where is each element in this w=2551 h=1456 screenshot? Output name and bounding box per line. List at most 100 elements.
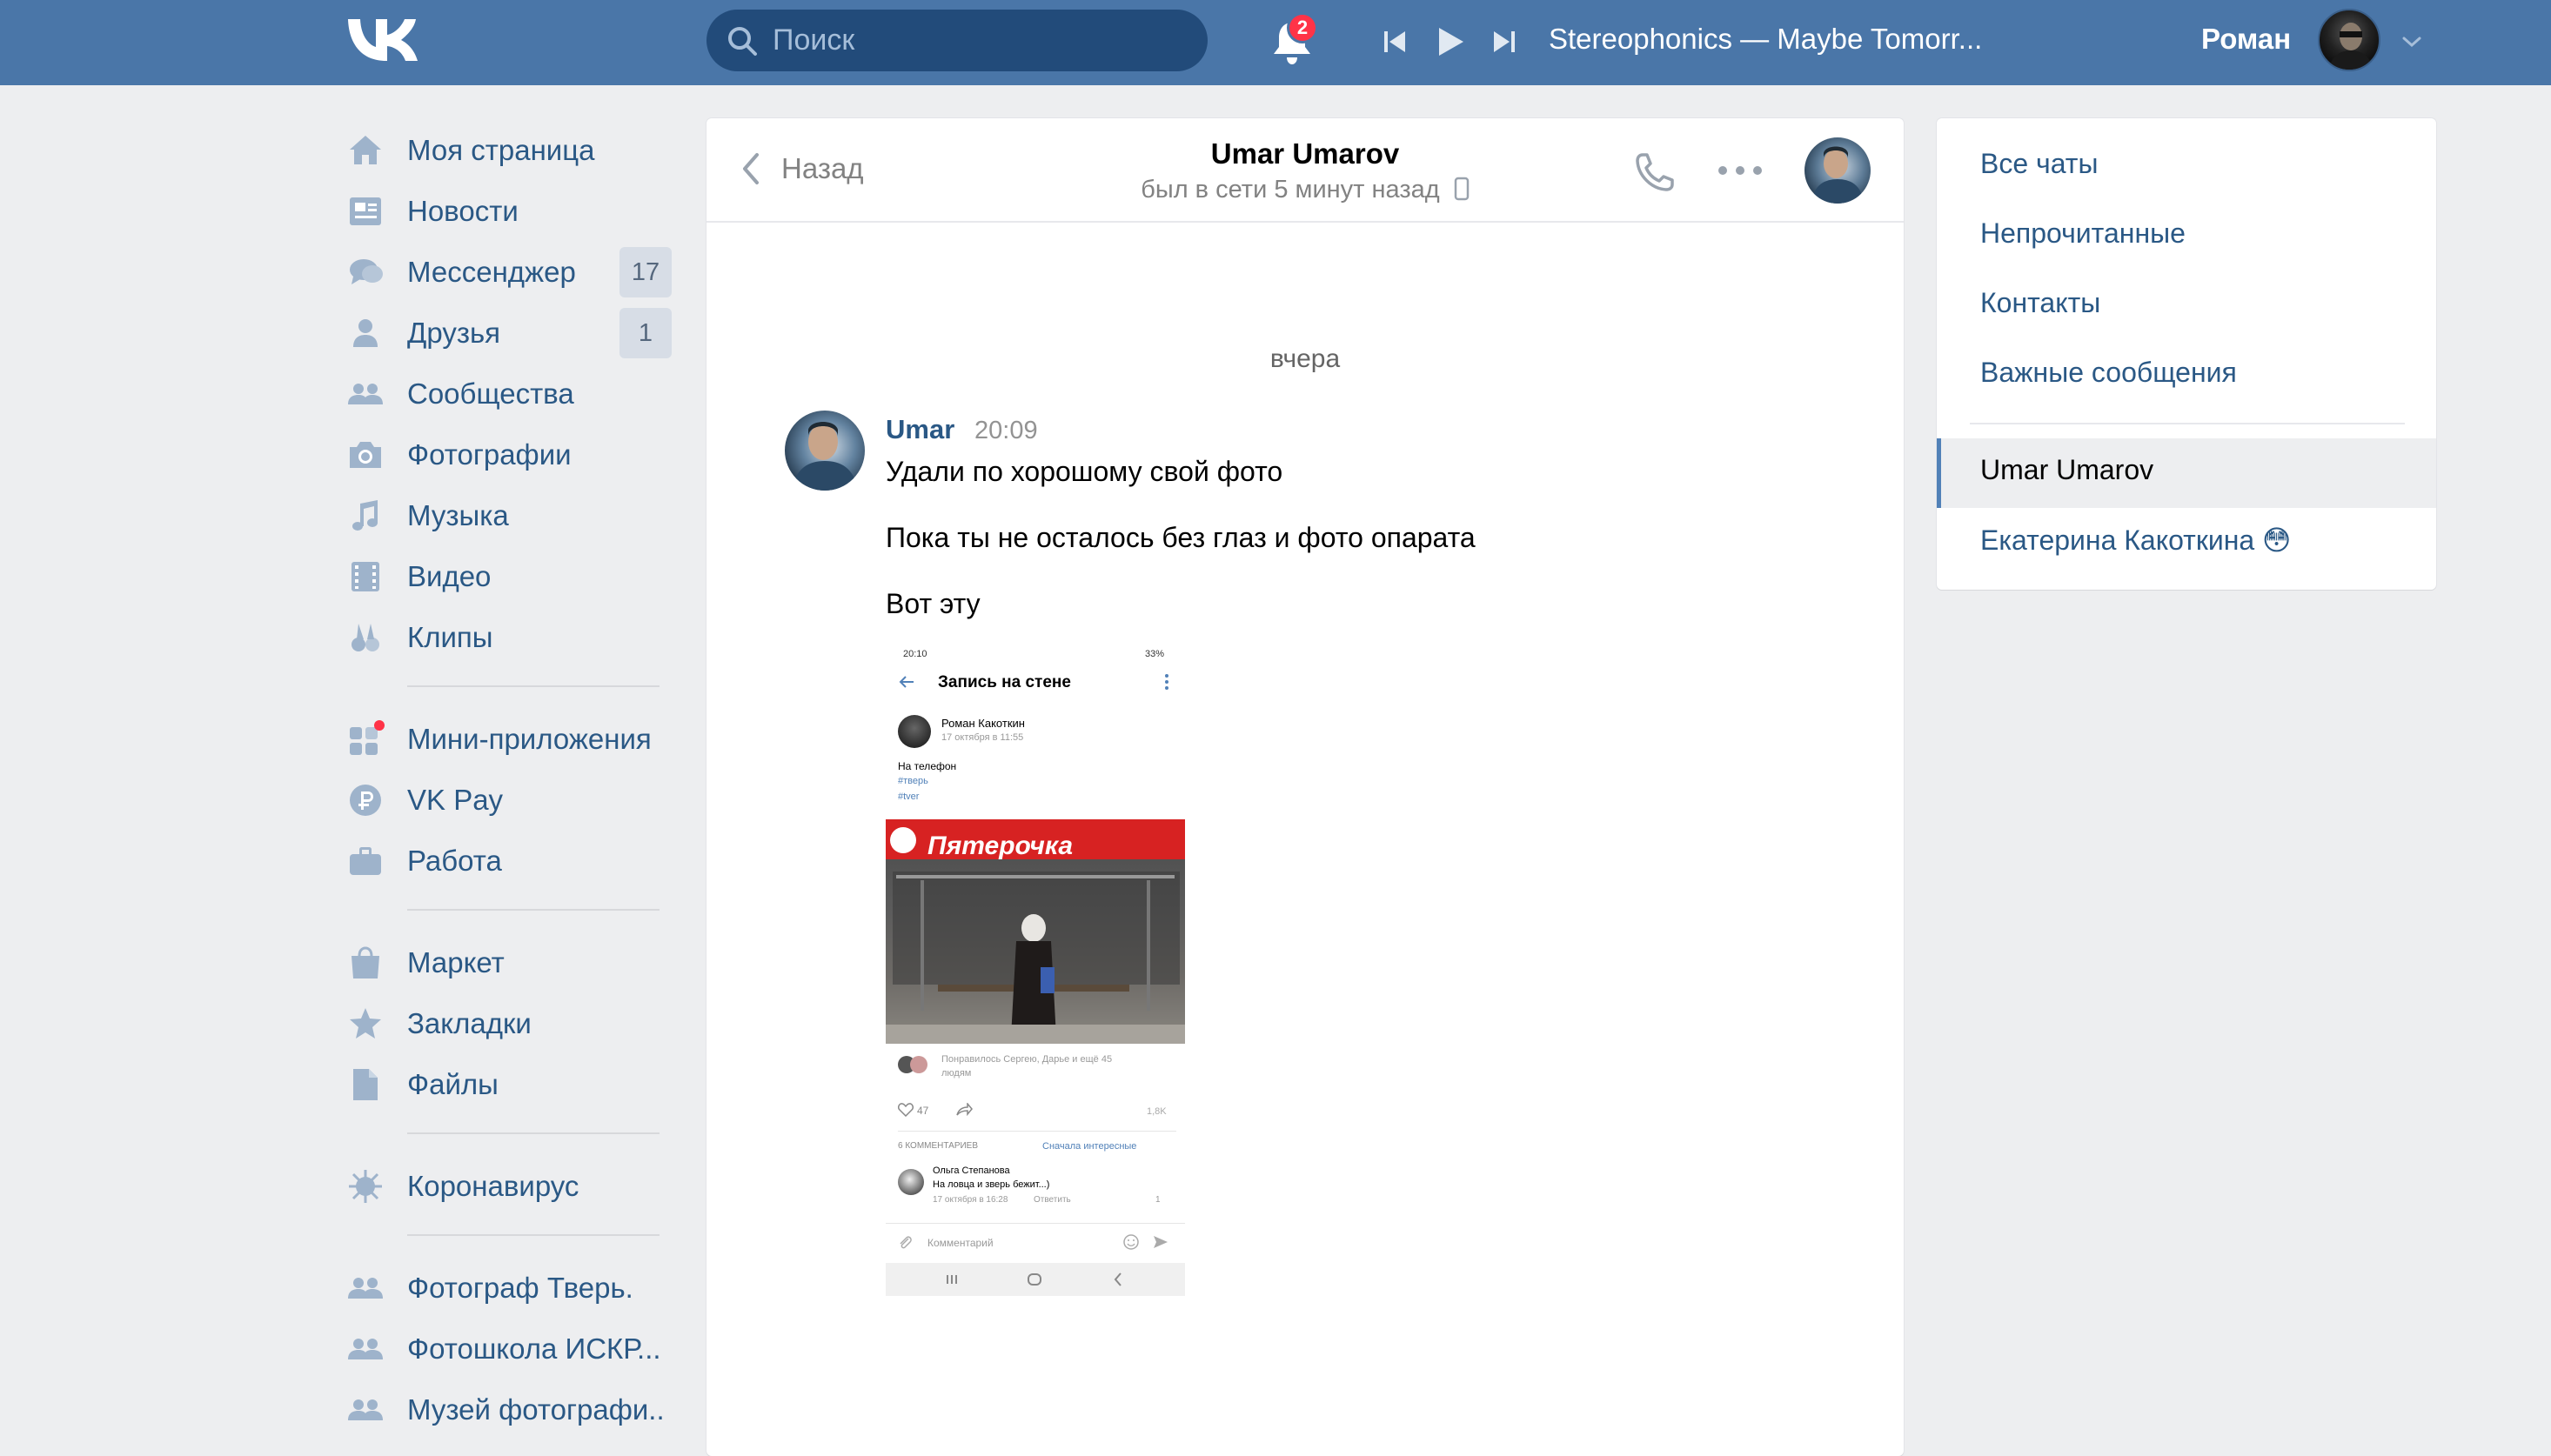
attached-screenshot[interactable]: 20:10 33% Запись на стене Роман Какоткин… [886,642,1185,1296]
shot-heart-icon [898,1103,914,1117]
shot-emoji-icon [1123,1234,1139,1250]
open-chat-label[interactable]: Umar Umarov [1980,454,2153,486]
nav-label: Файлы [407,1068,499,1100]
nav-divider [407,1234,660,1236]
nav-label: Работа [407,845,502,877]
nav-label: Друзья [407,317,501,349]
apps-icon [350,720,385,755]
nav-label: Музей фотографи.. [407,1393,665,1426]
shot-sort-label: Сначала интересные [1042,1141,1137,1152]
nav-community-museum[interactable]: Музей фотографи.. [346,1379,677,1440]
bookmarks-icon [350,1008,381,1039]
shot-likes-summary: Понравилось Сергею, Дарье и ещё 45 [941,1054,1113,1065]
coronavirus-icon [349,1170,382,1203]
work-icon [350,847,381,875]
peer-status-text: был в сети 5 минут назад [1141,176,1440,204]
nav-label: Фотографии [407,438,572,471]
nav-work[interactable]: Работа [346,831,677,892]
shot-post-photo: Пятерочка [886,819,1185,1044]
nav-clips[interactable]: Клипы [346,607,677,668]
nav-community-photoschool[interactable]: Фотошкола ИСКР... [346,1319,677,1379]
message-author[interactable]: Umar [886,414,954,445]
open-chat-ekaterina[interactable]: Екатерина Какоткина 😳 [1980,524,2291,557]
shot-liker-avatar [910,1056,927,1073]
filter-contacts[interactable]: Контакты [1980,287,2100,319]
search-box[interactable] [706,10,1208,71]
play-icon[interactable] [1436,24,1465,59]
filter-important[interactable]: Важные сообщения [1980,357,2237,389]
shot-likes-summary: людям [941,1068,972,1079]
nav-friends[interactable]: Друзья 1 [346,303,677,364]
nav-video[interactable]: Видео [346,546,677,607]
message-text: Пока ты не осталось без глаз и фото опар… [886,522,1476,553]
nav-messenger[interactable]: Мессенджер 17 [346,242,677,303]
nav-photos[interactable]: Фотографии [346,424,677,485]
nav-files[interactable]: Файлы [346,1054,677,1115]
shot-divider [898,1131,1176,1132]
nav-market[interactable]: Маркет [346,932,677,993]
shot-screen-title: Запись на стене [938,673,1071,691]
more-options-icon[interactable] [1716,164,1764,177]
filter-unread[interactable]: Непрочитанные [1980,217,2186,250]
shot-comment-input: Комментарий [927,1237,994,1249]
shot-status-battery: 33% [1145,649,1165,659]
notifications-count-badge: 2 [1287,12,1318,43]
nav-label: Фотошкола ИСКР... [407,1332,661,1365]
nav-music[interactable]: Музыка [346,485,677,546]
shot-post-date: 17 октября в 11:55 [941,732,1024,743]
shot-more-icon [1165,674,1168,690]
shot-reply-label: Ответить [1034,1195,1071,1205]
shot-android-navbar [886,1263,1185,1296]
nav-label: Мессенджер [407,256,576,288]
nav-my-page[interactable]: Моя страница [346,120,677,181]
top-bar: 2 Stereophonics — Maybe Tomorr... Роман [0,0,2551,85]
chevron-down-icon[interactable] [2400,31,2424,52]
nav-divider [407,685,660,687]
peer-status: был в сети 5 минут назад [706,176,1904,204]
nav-vk-pay[interactable]: VK Pay [346,770,677,831]
nav-communities[interactable]: Сообщества [346,364,677,424]
vk-logo-icon[interactable] [346,17,419,63]
filter-all-chats[interactable]: Все чаты [1980,148,2098,180]
shot-post-text: На телефон [898,760,957,772]
chat-panel: Назад Umar Umarov был в сети 5 минут наз… [706,118,1904,1456]
nav-label: Музыка [407,499,509,531]
previous-track-icon[interactable] [1382,24,1408,59]
user-name[interactable]: Роман [2201,23,2291,56]
nav-label: Коронавирус [407,1170,579,1202]
nav-news[interactable]: Новости [346,181,677,242]
shot-status-time: 20:10 [903,649,927,659]
nav-label: Моя страница [407,134,595,166]
message-text: Удали по хорошому свой фото [886,456,1283,487]
chat-filters-panel: Все чаты Непрочитанные Контакты Важные с… [1937,118,2436,590]
phone-call-icon[interactable] [1632,150,1677,195]
shot-attach-icon [900,1236,912,1249]
nav-label: Новости [407,195,519,227]
nav-bookmarks[interactable]: Закладки [346,993,677,1054]
clips-icon [352,624,379,651]
shot-comment-date: 17 октября в 16:28 [933,1195,1008,1205]
vkpay-icon [350,785,381,816]
search-icon [728,26,757,56]
nav-mini-apps[interactable]: Мини-приложения [346,709,677,770]
next-track-icon[interactable] [1491,24,1517,59]
user-avatar[interactable] [2318,9,2380,71]
message-time[interactable]: 20:09 [974,417,1038,445]
search-input[interactable] [773,18,1190,63]
peer-avatar[interactable] [1804,137,1871,204]
now-playing-track[interactable]: Stereophonics — Maybe Tomorr... [1549,23,1982,56]
message-author-avatar[interactable] [785,411,865,491]
shot-comment-likes: 1 [1155,1195,1161,1205]
market-icon [352,946,379,978]
music-icon [352,500,378,531]
shot-comments-label: 6 КОММЕНТАРИЕВ [898,1141,979,1151]
shot-post-author: Роман Какоткин [941,717,1025,730]
nav-divider [407,1132,660,1134]
nav-label: Фотограф Тверь. [407,1272,633,1304]
nav-label: Видео [407,560,492,592]
nav-coronavirus[interactable]: Коронавирус [346,1156,677,1217]
video-icon [352,562,379,591]
nav-label: Маркет [407,946,505,978]
nav-community-photographer[interactable]: Фотограф Тверь. [346,1258,677,1319]
camera-icon [350,442,381,468]
